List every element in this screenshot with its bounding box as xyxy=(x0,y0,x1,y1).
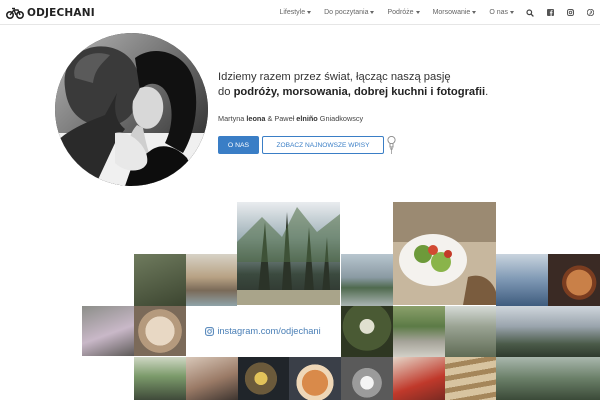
photo-tile-coffee[interactable] xyxy=(548,254,600,306)
nav-item-podroze[interactable]: Podróże xyxy=(387,9,420,16)
instagram-icon xyxy=(205,326,215,336)
author-surname: Gniadkowscy xyxy=(317,114,364,123)
photo-tile-mushrooms[interactable] xyxy=(134,254,186,306)
author-first-name: Martyna xyxy=(218,114,247,123)
photo-tile-forest[interactable] xyxy=(237,202,340,305)
portrait-image xyxy=(55,33,208,186)
lightbulb-icon[interactable] xyxy=(387,135,396,155)
nav-item-label: Morsowanie xyxy=(432,9,471,16)
photo-tile-tunnel[interactable] xyxy=(341,357,393,400)
about-us-button[interactable]: O NAS xyxy=(218,136,259,154)
tagline-bold: podróży, morsowania, dobrej kuchni i fot… xyxy=(233,85,486,98)
photo-tile-pastry[interactable] xyxy=(134,306,186,356)
nav-item-o-nas[interactable]: O nas xyxy=(489,9,514,16)
top-navigation: ODJECHANI Lifestyle Do poczytania Podróż… xyxy=(0,0,600,25)
caret-down-icon xyxy=(370,11,375,14)
author-second-nick: elniño xyxy=(296,114,318,123)
photo-tile-valley[interactable] xyxy=(496,306,600,357)
author-joiner: & Paweł xyxy=(265,114,297,123)
authors-line: Martyna leona & Paweł elniño Gniadkowscy xyxy=(218,114,363,123)
photo-tile-food-dark[interactable] xyxy=(238,357,289,400)
main-menu: Lifestyle Do poczytania Podróże Morsowan… xyxy=(266,0,594,25)
photo-tile-pizza[interactable] xyxy=(289,357,341,400)
latest-posts-button[interactable]: ZOBACZ NAJNOWSZE WPISY xyxy=(262,136,384,154)
photo-tile-road-runners[interactable] xyxy=(393,306,445,357)
facebook-icon[interactable] xyxy=(546,9,554,17)
photo-tile-kid-stroller[interactable] xyxy=(82,306,134,356)
photo-tile-hills-green[interactable] xyxy=(496,357,600,400)
brand-logo[interactable]: ODJECHANI xyxy=(6,5,95,20)
instagram-link-text: instagram.com/odjechani xyxy=(217,326,321,336)
brand-name: ODJECHANI xyxy=(27,6,95,19)
pinterest-icon[interactable] xyxy=(586,9,594,17)
nav-item-label: Lifestyle xyxy=(279,9,306,16)
nav-item-lifestyle[interactable]: Lifestyle xyxy=(279,9,312,16)
caret-down-icon xyxy=(510,11,514,14)
hero-tagline: Idziemy razem przez świat, łącząc naszą … xyxy=(218,70,538,99)
bike-logo-icon xyxy=(6,7,24,19)
couple-portrait-photo xyxy=(55,33,208,186)
photo-tile-bikers[interactable] xyxy=(134,357,186,400)
photo-tile-friends[interactable] xyxy=(186,357,238,400)
nav-item-label: O nas xyxy=(489,9,508,16)
photo-tile-venice[interactable] xyxy=(186,254,237,306)
caret-down-icon xyxy=(415,11,420,14)
tagline-line-1: Idziemy razem przez świat, łącząc naszą … xyxy=(218,71,451,83)
search-icon[interactable] xyxy=(526,8,534,17)
nav-item-do-poczytania[interactable]: Do poczytania xyxy=(324,9,375,16)
nav-item-morsowanie[interactable]: Morsowanie xyxy=(433,9,477,16)
caret-down-icon xyxy=(472,11,477,14)
forest-photo-graphic xyxy=(237,207,340,305)
photo-tile-lake-blue[interactable] xyxy=(496,254,548,306)
tagline-suffix: . xyxy=(485,85,489,98)
nav-item-label: Podróże xyxy=(387,9,414,16)
photo-tile-moss-ring[interactable] xyxy=(341,306,393,357)
photo-tile-lake-hills[interactable] xyxy=(341,254,393,306)
photo-tile-bread[interactable] xyxy=(445,357,496,400)
salad-photo-graphic xyxy=(393,202,496,305)
instagram-icon[interactable] xyxy=(566,9,574,17)
caret-down-icon xyxy=(307,11,312,14)
photo-tile-kid-red[interactable] xyxy=(393,357,445,400)
instagram-link[interactable]: instagram.com/odjechani xyxy=(186,306,340,356)
nav-item-label: Do poczytania xyxy=(324,9,369,16)
photo-tile-building[interactable] xyxy=(445,306,496,357)
author-first-nick: leona xyxy=(246,114,266,123)
tagline-prefix: do xyxy=(218,85,234,98)
photo-tile-salad[interactable] xyxy=(393,202,496,305)
